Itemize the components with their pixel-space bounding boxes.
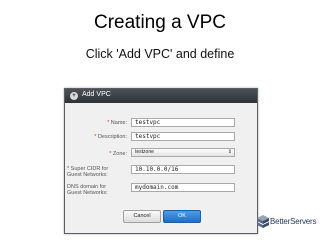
dns-domain-input[interactable]: mydomain.com xyxy=(131,183,235,192)
description-input[interactable]: testvpc xyxy=(131,132,235,141)
name-label: * Name: xyxy=(107,120,127,126)
logo-text: BetterServers xyxy=(270,217,317,226)
cancel-button[interactable]: Cancel xyxy=(123,210,161,223)
server-stack-icon xyxy=(257,215,269,228)
slide-subtitle: Click 'Add VPC' and define xyxy=(85,47,235,61)
ok-button[interactable]: OK xyxy=(163,210,201,223)
slide-title: Creating a VPC xyxy=(93,12,226,33)
add-icon: + xyxy=(70,92,78,100)
dialog-title: Add VPC xyxy=(82,91,111,98)
zone-selected-value: testzone xyxy=(135,149,154,155)
betterservers-logo: BetterServers xyxy=(256,214,318,230)
super-cidr-label: * Super CIDR for Guest Networks: xyxy=(67,166,109,178)
dialog-header: + Add VPC xyxy=(65,89,257,103)
description-label: * Description: xyxy=(94,134,127,140)
super-cidr-input[interactable]: 10.10.0.0/16 xyxy=(131,165,235,174)
name-input[interactable]: testvpc xyxy=(131,118,235,127)
dropdown-arrow-icon: ⇕ xyxy=(227,149,232,155)
zone-label: * Zone: xyxy=(109,151,127,157)
zone-select[interactable]: testzone ⇕ xyxy=(131,148,235,157)
add-vpc-dialog: + Add VPC * Name: testvpc * Description:… xyxy=(64,88,258,234)
dns-domain-label: DNS domain for Guest Networks: xyxy=(67,184,108,196)
